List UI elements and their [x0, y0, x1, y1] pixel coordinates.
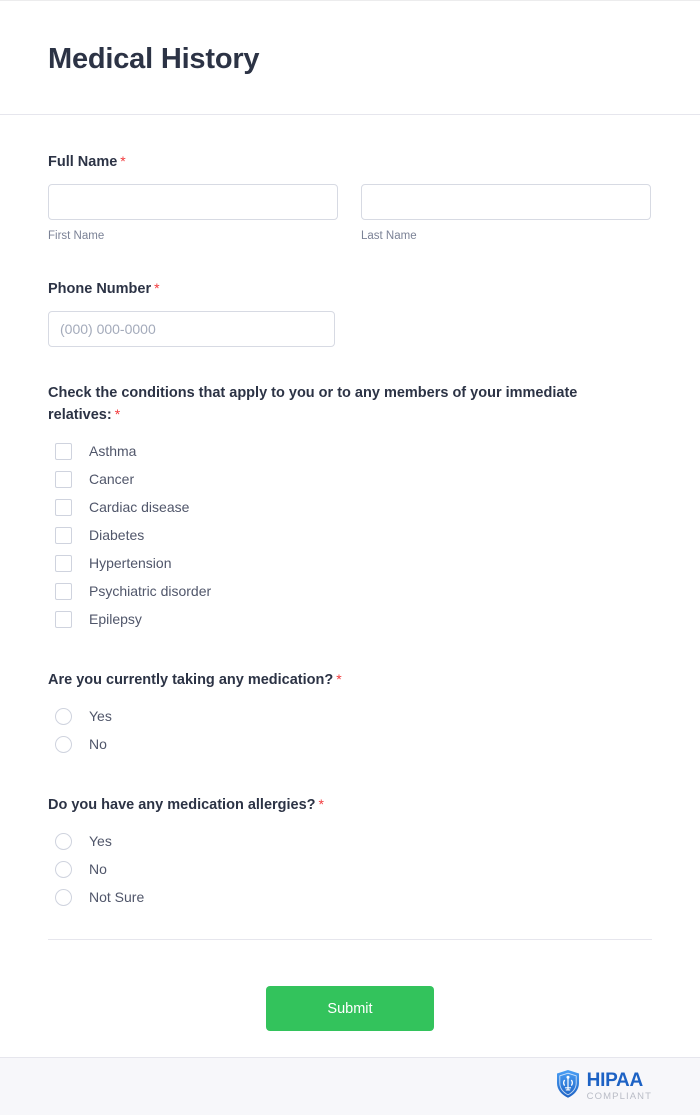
checkbox-option-asthma[interactable]: Asthma — [48, 437, 652, 465]
radio-option-medication-no[interactable]: No — [48, 730, 652, 758]
radio-circle[interactable] — [55, 888, 72, 906]
checkbox-option-diabetes[interactable]: Diabetes — [48, 521, 652, 549]
field-conditions: Check the conditions that apply to you o… — [48, 383, 652, 633]
taking-medication-radio-group: Yes No — [48, 702, 652, 758]
full-name-label-text: Full Name — [48, 154, 118, 170]
phone-number-label-text: Phone Number — [48, 281, 152, 297]
radio-option-allergies-not-sure[interactable]: Not Sure — [48, 883, 652, 911]
field-medication-allergies: Do you have any medication allergies? * Y… — [48, 794, 652, 911]
first-name-column: First Name — [48, 184, 338, 244]
form-footer: HIPAA COMPLIANT — [0, 1057, 700, 1115]
checkbox-label: Asthma — [89, 443, 137, 459]
shield-caduceus-icon — [555, 1069, 581, 1104]
form-header: Medical History — [0, 1, 700, 115]
checkbox-option-cancer[interactable]: Cancer — [48, 465, 652, 493]
conditions-label-text: Check the conditions that apply to you o… — [48, 385, 578, 423]
last-name-sublabel: Last Name — [361, 230, 417, 242]
phone-number-label: Phone Number * — [48, 278, 608, 300]
submit-area: Submit — [48, 939, 652, 1071]
hipaa-compliant-badge: HIPAA COMPLIANT — [555, 1069, 652, 1104]
taking-medication-label-text: Are you currently taking any medication? — [48, 672, 334, 688]
checkbox-label: Cancer — [89, 471, 135, 487]
radio-circle[interactable] — [55, 860, 72, 878]
checkbox-label: Epilepsy — [89, 611, 142, 627]
radio-label: No — [89, 861, 107, 877]
radio-circle[interactable] — [55, 832, 72, 850]
radio-circle[interactable] — [55, 735, 72, 753]
last-name-column: Last Name — [361, 184, 651, 244]
checkbox-box[interactable] — [55, 498, 72, 516]
required-asterisk: * — [114, 406, 121, 422]
radio-label: Yes — [89, 708, 112, 724]
field-full-name: Full Name * First Name Last Name — [48, 151, 652, 244]
checkbox-box[interactable] — [55, 442, 72, 460]
form-body: Full Name * First Name Last Name Phone Nu… — [0, 115, 700, 1071]
field-phone-number: Phone Number * — [48, 278, 652, 347]
hipaa-subtitle: COMPLIANT — [586, 1091, 652, 1103]
medication-allergies-label-text: Do you have any medication allergies? — [48, 797, 316, 813]
checkbox-label: Diabetes — [89, 527, 145, 543]
radio-label: Yes — [89, 833, 112, 849]
medication-allergies-label: Do you have any medication allergies? * — [48, 794, 608, 816]
page-title: Medical History — [48, 43, 260, 75]
checkbox-box[interactable] — [55, 526, 72, 544]
checkbox-option-cardiac-disease[interactable]: Cardiac disease — [48, 493, 652, 521]
radio-circle[interactable] — [55, 707, 72, 725]
medication-allergies-radio-group: Yes No Not Sure — [48, 827, 652, 911]
hipaa-badge-text: HIPAA COMPLIANT — [587, 1071, 652, 1102]
conditions-label: Check the conditions that apply to you o… — [48, 383, 604, 426]
radio-option-medication-yes[interactable]: Yes — [48, 702, 652, 730]
first-name-input[interactable] — [48, 184, 338, 220]
radio-label: No — [89, 736, 107, 752]
first-name-sublabel: First Name — [48, 230, 105, 242]
checkbox-label: Psychiatric disorder — [89, 583, 212, 599]
last-name-input[interactable] — [361, 184, 651, 220]
medical-history-form: Medical History Full Name * First Name La… — [0, 0, 700, 1115]
radio-option-allergies-no[interactable]: No — [48, 855, 652, 883]
checkbox-label: Cardiac disease — [89, 499, 190, 515]
required-asterisk: * — [336, 671, 342, 687]
checkbox-box[interactable] — [55, 554, 72, 572]
checkbox-option-epilepsy[interactable]: Epilepsy — [48, 605, 652, 633]
checkbox-box[interactable] — [55, 610, 72, 628]
checkbox-box[interactable] — [55, 470, 72, 488]
checkbox-option-psychiatric-disorder[interactable]: Psychiatric disorder — [48, 577, 652, 605]
full-name-row: First Name Last Name — [48, 184, 652, 244]
full-name-label: Full Name * — [48, 151, 608, 173]
checkbox-box[interactable] — [55, 582, 72, 600]
checkbox-option-hypertension[interactable]: Hypertension — [48, 549, 652, 577]
submit-button[interactable]: Submit — [266, 986, 434, 1031]
taking-medication-label: Are you currently taking any medication?… — [48, 669, 608, 691]
phone-number-input[interactable] — [48, 311, 335, 347]
field-taking-medication: Are you currently taking any medication?… — [48, 669, 652, 758]
radio-option-allergies-yes[interactable]: Yes — [48, 827, 652, 855]
checkbox-label: Hypertension — [89, 555, 172, 571]
required-asterisk: * — [318, 796, 324, 812]
required-asterisk: * — [154, 280, 160, 296]
required-asterisk: * — [120, 153, 126, 169]
conditions-checkbox-list: Asthma Cancer Cardiac disease Diabetes H… — [48, 437, 652, 633]
radio-label: Not Sure — [89, 889, 145, 905]
hipaa-title: HIPAA — [586, 1070, 644, 1092]
